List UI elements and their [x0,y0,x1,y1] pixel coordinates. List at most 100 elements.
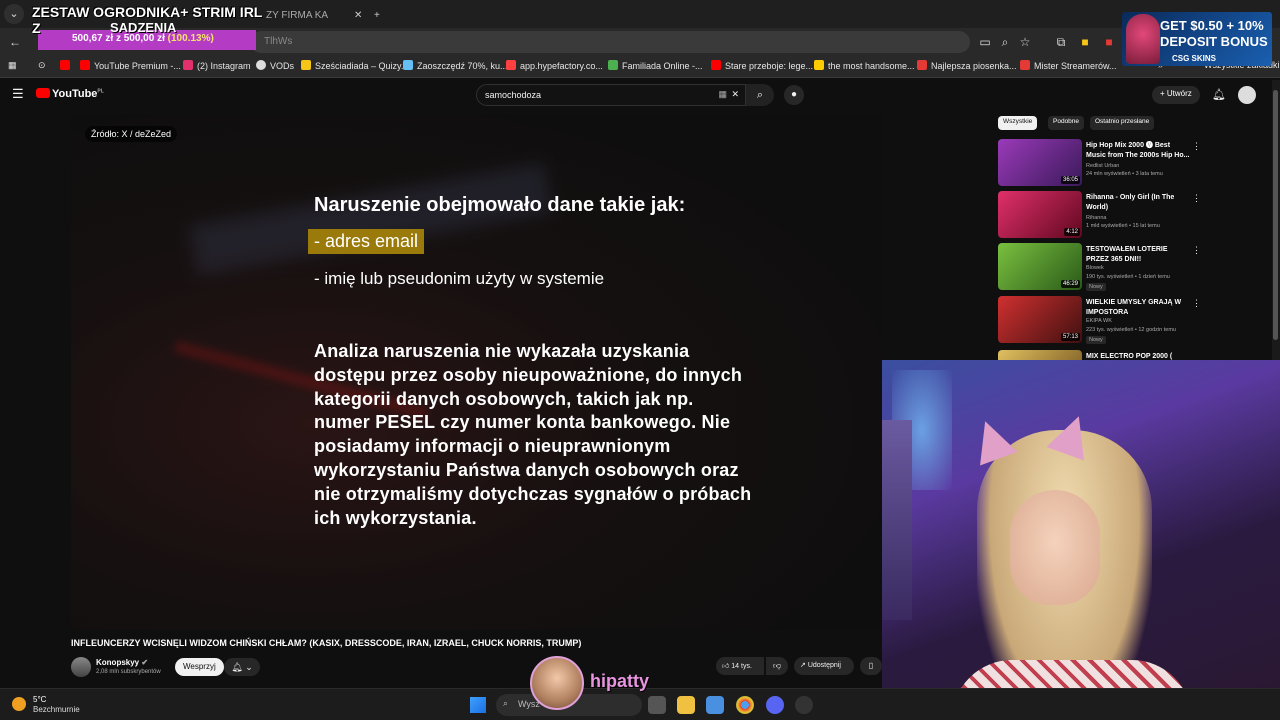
bookmark-icon[interactable]: ⊙ [38,60,46,71]
chip-all[interactable]: Wszystkie [998,116,1038,130]
ad-character-image [1126,14,1160,64]
recommendation-title: TESTOWAŁEM LOTERIE PRZEZ 365 DNI!! [1086,246,1168,263]
video-thumbnail: 46:29 [998,243,1082,290]
file-explorer-icon[interactable] [677,696,695,714]
share-button[interactable]: ↗ Udostępnij [794,657,854,675]
video-source-label: Źródło: X / deZeZed [85,126,178,142]
bookmark-item[interactable]: Stare przeboje: lege... [711,60,813,71]
channel-avatar[interactable] [71,657,91,677]
bookmark-item[interactable]: Zaoszczędź 70%, ku... [403,60,508,71]
youtube-header: ☰ YouTubePL samochodoza ✕ ▦ ⌕ ● + Utwórz 🔔… [0,80,1280,110]
thumb-down-icon: 👎︎ [772,661,782,670]
bell-icon: 🔔︎ [231,662,243,672]
bookmark-item[interactable]: YouTube Premium -... [80,60,181,71]
bookmark-item[interactable]: the most handsome... [814,60,915,71]
discord-icon[interactable] [766,696,784,714]
youtube-logo[interactable]: YouTubePL [36,88,104,100]
bookmark-item[interactable]: app.hypefactory.co... [506,60,603,71]
menu-icon[interactable]: ☰ [12,86,24,102]
close-icon[interactable]: ✕ [344,4,364,28]
more-icon[interactable]: ⋮ [1192,141,1201,152]
bookmark-label: YouTube Premium -... [94,61,181,71]
donation-goal-overlay: 500,67 zł z 500,00 zł (100.13%) ZESTAW O… [32,0,262,52]
task-view-icon[interactable] [648,696,666,714]
bookmark-item[interactable]: Mister Streamerów... [1020,60,1117,71]
bookmark-item[interactable]: VODs [256,60,294,71]
more-icon[interactable]: ⋮ [1192,245,1201,256]
zoom-icon[interactable]: ⌕ [996,33,1014,51]
webcam-overlay [882,360,1280,720]
video-highlight: - adres email [308,229,425,254]
bookmark-icon [814,60,824,70]
webcam-background [882,420,912,620]
bell-icon[interactable]: 🔔︎ [1212,88,1226,101]
instagram-icon [183,60,193,70]
chip-related[interactable]: Podobne [1048,116,1085,130]
familiada-icon [608,60,618,70]
search-icon[interactable]: ⌕ [746,84,774,106]
start-icon[interactable] [470,697,486,713]
video-player[interactable]: Źródło: X / deZeZed Naruszenie obejmował… [71,114,883,630]
star-icon[interactable]: ☆ [1016,33,1034,51]
support-button[interactable]: Wesprzyj [175,658,224,676]
more-icon[interactable]: ⋮ [1192,298,1201,309]
notifications-button[interactable]: 🔔︎ ⌄ [224,658,260,676]
dislike-button[interactable]: 👎︎ [766,657,788,675]
video-thumbnail: 36:05 [998,139,1082,186]
chip-recent[interactable]: Ostatnio przesłane [1090,116,1155,130]
clear-icon[interactable]: ✕ [731,89,739,100]
chrome-icon[interactable] [736,696,754,714]
back-icon[interactable]: ← [6,33,24,51]
scrollbar-thumb[interactable] [1273,90,1278,340]
recommendation-item[interactable]: 57:13 WIELKIE UMYSŁY GRAJĄ W IMPOSTORA E… [998,296,1202,346]
youtube-play-icon [36,88,50,98]
weather-moon-icon[interactable] [12,697,26,711]
bookmark-item[interactable] [60,60,74,71]
store-icon[interactable] [706,696,724,714]
video-paragraph: Analiza naruszenia nie wykazała uzyskani… [314,341,752,528]
streamer-name: hipatty [590,671,650,691]
duration-badge: 36:05 [1060,176,1080,184]
tab-search-icon[interactable]: ⌄ [4,4,24,24]
youtube-icon [80,60,90,70]
recommendation-item[interactable]: 46:29 TESTOWAŁEM LOTERIE PRZEZ 365 DNI!!… [998,243,1202,293]
more-icon[interactable]: ⋮ [1192,193,1201,204]
recommendation-title: Rihanna - Only Girl (In The World) [1086,194,1175,211]
new-tab-icon[interactable]: + [364,4,384,28]
recommendation-item[interactable]: 36:05 Hip Hop Mix 2000 🅥 Best Music from… [998,139,1202,189]
video-background [189,163,553,275]
bookmark-label: Najlepsza piosenka... [931,61,1017,71]
bookmark-item[interactable]: Najlepsza piosenka... [917,60,1017,71]
omnibox[interactable]: TlhWs [250,31,970,53]
avatar[interactable] [1238,86,1256,104]
create-button[interactable]: + Utwórz [1152,86,1200,104]
cast-icon[interactable]: ▭ [976,33,994,51]
donation-subtitle: SADZENIA [110,20,177,35]
bookmark-item[interactable]: Familiada Online -... [608,60,703,71]
apps-icon[interactable]: ▦ [8,60,17,71]
bookmark-label: the most handsome... [828,61,915,71]
chevron-down-icon: ⌄ [245,662,253,672]
channel-name[interactable]: Konopskyy ✔ [96,658,148,667]
share-icon: ↗ [800,662,806,669]
duration-badge: 57:13 [1060,333,1080,341]
mic-icon[interactable]: ● [784,85,804,105]
recommendation-title: Hip Hop Mix 2000 🅥 Best Music from The 2… [1086,142,1190,159]
bookmark-item[interactable]: Sześciadiada – Quizy... [301,60,408,71]
channel-subscribers: 2,08 mln subskrybentów [96,669,161,675]
extension-icon[interactable]: ⧉ [1052,33,1070,51]
webcam-face [1010,490,1100,605]
extension-icon-2[interactable]: ■ [1076,33,1094,51]
keyboard-icon[interactable]: ▦ [718,89,727,100]
like-button[interactable]: 👍︎ 14 tys. [716,657,764,675]
thumb-up-icon: 👍︎ [722,663,730,670]
bookmark-label: Mister Streamerów... [1034,61,1117,71]
extension-icon-3[interactable]: ■ [1100,33,1118,51]
video-thumbnail: 57:13 [998,296,1082,343]
u-icon [917,60,927,70]
save-button[interactable]: ▯ [860,657,882,675]
obs-icon[interactable] [795,696,813,714]
recommendation-item[interactable]: 4:12 Rihanna - Only Girl (In The World) … [998,191,1202,241]
search-input[interactable]: samochodoza ✕ ▦ [476,84,746,106]
bookmark-item[interactable]: (2) Instagram [183,60,251,71]
